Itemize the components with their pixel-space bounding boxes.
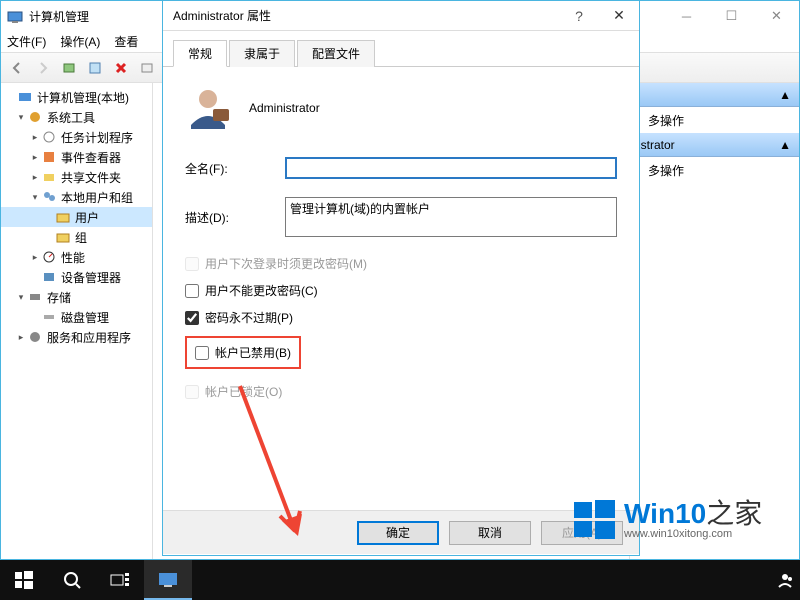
delete-button[interactable] — [109, 56, 133, 80]
people-icon[interactable] — [776, 571, 794, 589]
cancel-button[interactable]: 取消 — [449, 521, 531, 545]
watermark-brand1: Win10 — [624, 498, 706, 529]
action-header-1[interactable]: ▲ — [630, 83, 799, 107]
windows-logo-icon — [570, 496, 618, 544]
navigation-tree[interactable]: 计算机管理(本地) ▾系统工具 ▸任务计划程序 ▸事件查看器 ▸共享文件夹 ▾本… — [1, 83, 153, 559]
back-button[interactable] — [5, 56, 29, 80]
tree-node-diskmgmt[interactable]: 磁盘管理 — [1, 307, 152, 327]
tab-general[interactable]: 常规 — [173, 40, 227, 67]
search-button[interactable] — [48, 560, 96, 600]
taskview-button[interactable] — [96, 560, 144, 600]
watermark-url: www.win10xitong.com — [624, 528, 762, 540]
action-more-1[interactable]: 多操作 — [630, 107, 799, 133]
system-tray[interactable] — [776, 571, 800, 589]
username-label: Administrator — [249, 101, 320, 115]
tree-node-groups[interactable]: 组 — [1, 227, 152, 247]
checkbox-never-expires[interactable] — [185, 311, 199, 325]
checkbox-must-change — [185, 257, 199, 271]
check-cannot-change-password[interactable]: 用户不能更改密码(C) — [185, 282, 617, 299]
check-must-change-password: 用户下次登录时须更改密码(M) — [185, 255, 617, 272]
minimize-button[interactable]: ─ — [664, 2, 709, 30]
tree-node-perf[interactable]: ▸性能 — [1, 247, 152, 267]
up-button[interactable] — [57, 56, 81, 80]
forward-button[interactable] — [31, 56, 55, 80]
tree-node-users[interactable]: 用户 — [1, 207, 152, 227]
check-account-disabled[interactable]: 帐户已禁用(B) — [195, 344, 291, 361]
start-button[interactable] — [0, 560, 48, 600]
tree-node-localusers[interactable]: ▾本地用户和组 — [1, 187, 152, 207]
tree-node-root[interactable]: 计算机管理(本地) — [1, 87, 152, 107]
app-icon — [7, 8, 23, 24]
description-label: 描述(D): — [185, 209, 285, 226]
menu-file[interactable]: 文件(F) — [7, 33, 46, 50]
fullname-input[interactable] — [285, 157, 617, 179]
tree-node-services[interactable]: ▸服务和应用程序 — [1, 327, 152, 347]
fullname-label: 全名(F): — [185, 160, 285, 177]
dialog-body: Administrator 全名(F): 描述(D): 用户下次登录时须更改密码… — [163, 67, 639, 521]
highlight-account-disabled: 帐户已禁用(B) — [185, 336, 301, 369]
close-button[interactable]: ✕ — [754, 2, 799, 30]
watermark: Win10之家 www.win10xitong.com — [570, 480, 800, 560]
ok-button[interactable]: 确定 — [357, 521, 439, 545]
dialog-title: Administrator 属性 — [173, 7, 559, 24]
tree-node-device[interactable]: 设备管理器 — [1, 267, 152, 287]
watermark-brand2: 之家 — [706, 498, 762, 529]
tree-node-scheduler[interactable]: ▸任务计划程序 — [1, 127, 152, 147]
tree-node-systools[interactable]: ▾系统工具 — [1, 107, 152, 127]
tab-profile[interactable]: 配置文件 — [297, 40, 375, 67]
tree-node-storage[interactable]: ▾存储 — [1, 287, 152, 307]
checkbox-locked — [185, 385, 199, 399]
check-password-never-expires[interactable]: 密码永不过期(P) — [185, 309, 617, 326]
action-header-2[interactable]: istrator▲ — [630, 133, 799, 157]
description-input[interactable] — [285, 197, 617, 237]
tree-node-shares[interactable]: ▸共享文件夹 — [1, 167, 152, 187]
checkbox-disabled[interactable] — [195, 346, 209, 360]
menu-view[interactable]: 查看 — [114, 33, 138, 50]
props-button[interactable] — [83, 56, 107, 80]
maximize-button[interactable]: ☐ — [709, 2, 754, 30]
administrator-properties-dialog: Administrator 属性 ? ✕ 常规 隶属于 配置文件 Adminis… — [162, 0, 640, 556]
user-avatar-icon — [185, 85, 231, 131]
help-button[interactable]: ? — [559, 8, 599, 24]
tree-node-events[interactable]: ▸事件查看器 — [1, 147, 152, 167]
tab-memberof[interactable]: 隶属于 — [229, 40, 295, 67]
action-more-2[interactable]: 多操作 — [630, 157, 799, 183]
menu-action[interactable]: 操作(A) — [60, 33, 100, 50]
window-controls: ─ ☐ ✕ — [664, 2, 799, 30]
refresh-button[interactable] — [135, 56, 159, 80]
taskbar-app-compmgmt[interactable] — [144, 560, 192, 600]
dialog-button-bar: 确定 取消 应用(A) — [163, 510, 639, 554]
check-account-locked: 帐户已锁定(O) — [185, 383, 617, 400]
tab-bar: 常规 隶属于 配置文件 — [163, 31, 639, 67]
close-button[interactable]: ✕ — [599, 7, 639, 24]
checkbox-cannot-change[interactable] — [185, 284, 199, 298]
taskbar — [0, 560, 800, 600]
dialog-titlebar: Administrator 属性 ? ✕ — [163, 1, 639, 31]
